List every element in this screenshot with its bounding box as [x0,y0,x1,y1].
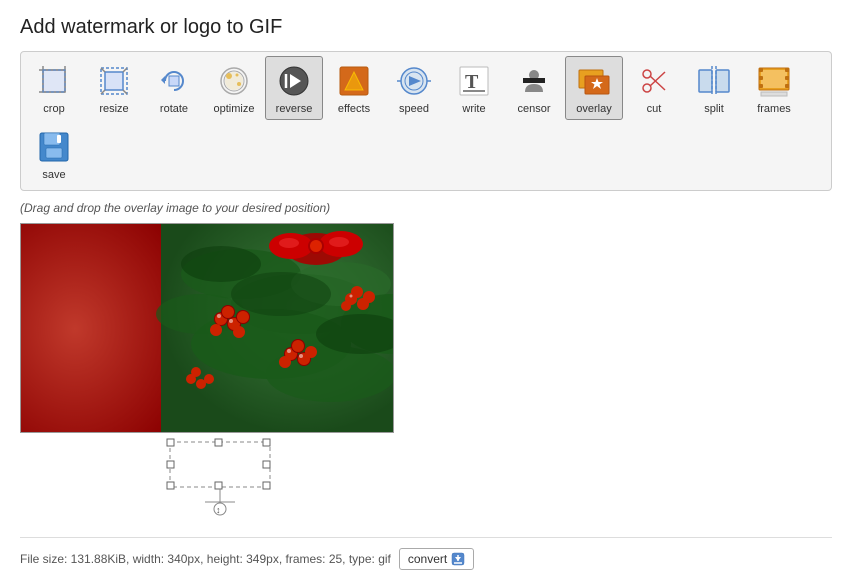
overlay-label: overlay [576,103,611,115]
tool-overlay[interactable]: overlay [565,56,623,120]
reverse-label: reverse [276,103,313,115]
tool-write[interactable]: T write [445,56,503,120]
tool-frames[interactable]: frames [745,56,803,120]
crop-icon [34,61,74,101]
tool-resize[interactable]: resize [85,56,143,120]
convert-button[interactable]: convert [399,548,474,570]
save-label: save [42,169,65,181]
convert-label: convert [408,552,447,566]
tool-cut[interactable]: cut [625,56,683,120]
tool-rotate[interactable]: rotate [145,56,203,120]
effects-icon [334,61,374,101]
tool-speed[interactable]: speed [385,56,443,120]
frames-icon [754,61,794,101]
cut-label: cut [647,103,662,115]
tool-effects[interactable]: effects [325,56,383,120]
toolbar: crop resize [20,51,832,191]
split-label: split [704,103,724,115]
censor-icon [514,61,554,101]
tool-save[interactable]: save [25,122,83,186]
write-icon: T [454,61,494,101]
optimize-label: optimize [214,103,255,115]
overlay-icon [574,61,614,101]
svg-text:T: T [465,71,479,93]
convert-download-icon [451,552,465,566]
tool-crop[interactable]: crop [25,56,83,120]
footer-bar: File size: 131.88KiB, width: 340px, heig… [20,537,832,570]
svg-text:↕: ↕ [216,505,221,515]
canvas-area: ↕ [20,223,832,517]
save-icon [34,127,74,167]
effects-label: effects [338,103,370,115]
speed-icon [394,61,434,101]
tool-optimize[interactable]: optimize [205,56,263,120]
file-info: File size: 131.88KiB, width: 340px, heig… [20,552,391,566]
gif-canvas [21,224,394,433]
tool-censor[interactable]: censor [505,56,563,120]
tool-split[interactable]: split [685,56,743,120]
rotate-icon [154,61,194,101]
optimize-icon [214,61,254,101]
hint-text: (Drag and drop the overlay image to your… [20,201,832,215]
overlay-drag-handle[interactable]: ↕ [160,437,280,517]
overlay-handle-svg: ↕ [160,437,280,517]
write-label: write [462,103,485,115]
cut-icon [634,61,674,101]
tool-reverse[interactable]: reverse [265,56,323,120]
page-title: Add watermark or logo to GIF [20,16,832,39]
speed-label: speed [399,103,429,115]
resize-icon [94,61,134,101]
gif-preview[interactable] [20,223,394,433]
split-icon [694,61,734,101]
censor-label: censor [517,103,550,115]
reverse-icon [274,61,314,101]
resize-label: resize [99,103,128,115]
frames-label: frames [757,103,791,115]
rotate-label: rotate [160,103,188,115]
crop-label: crop [43,103,64,115]
